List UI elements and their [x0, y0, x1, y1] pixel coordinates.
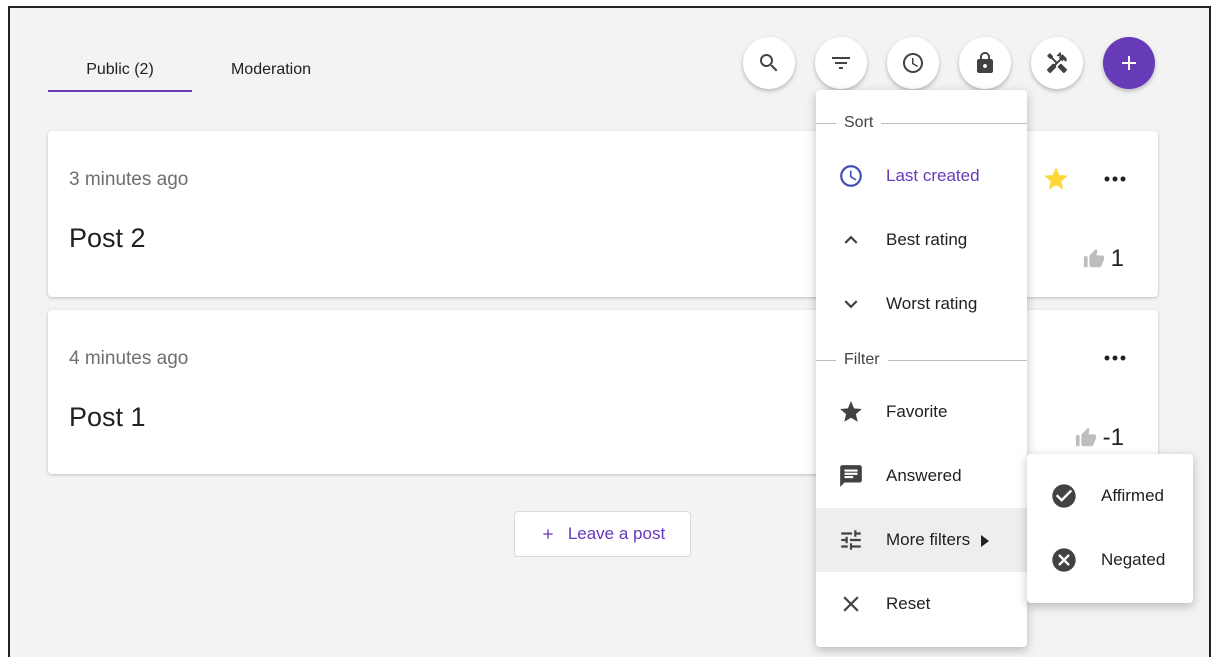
post-rating[interactable]: 1 [1083, 245, 1124, 273]
filter-favorite-label: Favorite [886, 402, 948, 421]
leave-post-label: Leave a post [567, 524, 666, 543]
chevron-down-icon [844, 300, 858, 309]
sort-section-label: Sort [844, 114, 874, 131]
sort-best-rating[interactable]: Best rating [816, 208, 1027, 272]
post-title: Post 1 [69, 402, 146, 432]
tab-moderation-label: Moderation [230, 61, 312, 78]
comment-icon [840, 465, 862, 487]
post-time: 3 minutes ago [69, 169, 189, 190]
favorite-star-icon[interactable] [1042, 165, 1070, 193]
cancel-circle-icon [1052, 548, 1076, 572]
rating-value: -1 [1102, 424, 1124, 451]
sort-filter-menu: Sort Last created Best rating Worst rati… [816, 90, 1027, 647]
add-icon [1122, 56, 1136, 70]
thumb-up-icon [1083, 248, 1104, 268]
active-tab-indicator [48, 90, 192, 92]
post-time: 4 minutes ago [69, 348, 189, 369]
filter-negated[interactable]: Negated [1027, 528, 1193, 592]
filter-reset-label: Reset [886, 594, 931, 613]
sort-worst-rating[interactable]: Worst rating [816, 272, 1027, 336]
sort-section-header: Sort [816, 112, 1027, 134]
search-button[interactable] [743, 37, 795, 89]
tab-moderation[interactable]: Moderation [204, 48, 338, 92]
filter-section-label: Filter [844, 351, 880, 368]
tools-icon [1047, 52, 1067, 74]
sort-last-created-label: Last created [886, 166, 980, 185]
close-icon [843, 596, 859, 612]
filter-favorite[interactable]: Favorite [816, 380, 1027, 444]
thumb-up-icon [1075, 427, 1096, 447]
add-icon [543, 529, 553, 539]
filter-answered[interactable]: Answered [816, 444, 1027, 508]
post-rating[interactable]: -1 [1075, 424, 1124, 452]
app-frame: Public (2) Moderation 3 minutes ago Post… [8, 6, 1211, 657]
more-options-icon[interactable] [1102, 348, 1128, 368]
chevron-up-icon [844, 235, 858, 244]
tune-icon [841, 530, 861, 550]
rating-value: 1 [1110, 245, 1124, 272]
caret-right-icon [980, 534, 990, 547]
filter-section-header: Filter [816, 349, 1027, 371]
sort-filter-button[interactable] [815, 37, 867, 89]
filter-answered-label: Answered [886, 466, 962, 485]
sort-best-rating-label: Best rating [886, 230, 968, 249]
filter-reset[interactable]: Reset [816, 572, 1027, 636]
check-circle-icon [1052, 484, 1076, 508]
lock-icon [977, 52, 993, 73]
clock-icon [840, 165, 862, 187]
post-title: Post 2 [69, 223, 146, 253]
filter-icon [832, 57, 850, 69]
add-post-button[interactable] [1103, 37, 1155, 89]
filter-negated-label: Negated [1101, 550, 1166, 569]
more-options-icon[interactable] [1102, 169, 1128, 189]
tab-public-label: Public (2) [86, 61, 154, 78]
tools-button[interactable] [1031, 37, 1083, 89]
filter-more-filters-label: More filters [886, 530, 971, 549]
history-button[interactable] [887, 37, 939, 89]
filter-more-filters[interactable]: More filters [816, 508, 1027, 572]
clock-icon [903, 53, 923, 73]
sort-worst-rating-label: Worst rating [886, 294, 978, 313]
search-icon [760, 54, 778, 72]
more-filters-submenu: Affirmed Negated [1027, 454, 1193, 603]
sort-last-created[interactable]: Last created [816, 144, 1027, 208]
filter-affirmed[interactable]: Affirmed [1027, 464, 1193, 528]
filter-affirmed-label: Affirmed [1101, 486, 1164, 505]
star-icon [840, 401, 862, 422]
tab-public[interactable]: Public (2) [48, 48, 192, 92]
lock-button[interactable] [959, 37, 1011, 89]
leave-post-button[interactable]: Leave a post [514, 511, 691, 557]
